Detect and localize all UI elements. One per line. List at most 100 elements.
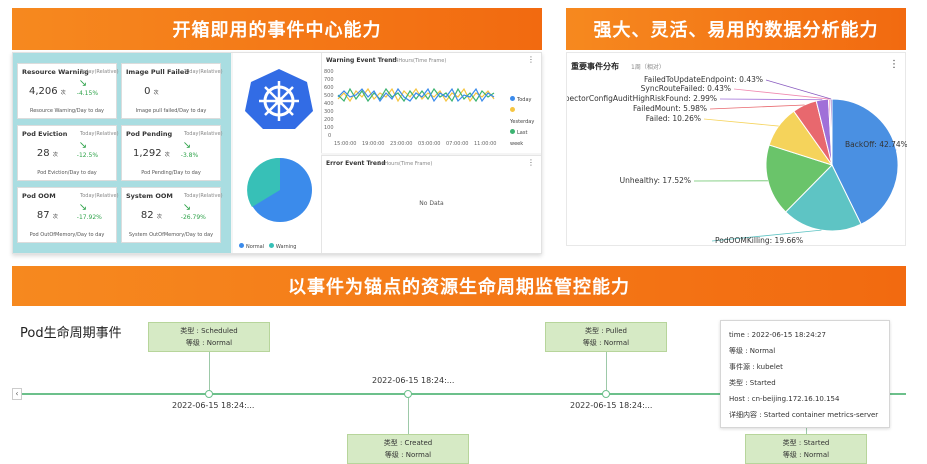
- kpi-value: 0 次: [144, 86, 159, 97]
- kpi-title: Pod Pending: [126, 130, 173, 138]
- y-tick: 500: [324, 93, 334, 99]
- event-card-started[interactable]: 类型 : Started 等级 : Normal: [745, 434, 867, 464]
- kpi-card-pod-pending[interactable]: Pod Pending Today(Relative) 1,292 次 ↘ -3…: [121, 125, 223, 181]
- pie-label: FailedToUpdateEndpoint: 0.43%: [644, 75, 763, 84]
- donut-legend: Normal Warning: [239, 243, 296, 250]
- banner-event-center: 开箱即用的事件中心能力: [12, 8, 542, 50]
- pie-label-line: [709, 104, 805, 110]
- kpi-value: 87 次: [36, 210, 58, 221]
- lifecycle-title: Pod生命周期事件: [20, 326, 122, 341]
- kpi-value: 82 次: [140, 210, 162, 221]
- timeline-scroll-left-button[interactable]: ‹: [12, 388, 22, 400]
- error-trend-sub: 24Hours(Time Frame): [378, 161, 433, 167]
- arrow-down-icon: ↘: [78, 78, 88, 89]
- kpi-title: Pod OOM: [22, 192, 56, 200]
- pie-label: Failed: 10.26%: [646, 114, 701, 123]
- y-tick: 0: [328, 133, 331, 139]
- connector: [408, 398, 409, 436]
- tooltip-source: 事件源 : kubelet: [729, 363, 783, 371]
- y-tick: 100: [324, 125, 334, 131]
- connector: [606, 346, 607, 390]
- arrow-down-icon: ↘: [182, 202, 192, 213]
- kpi-card-system-oom[interactable]: System OOM Today(Relative) 82 次 ↘ -26.79…: [121, 187, 223, 243]
- kpi-value: 28 次: [36, 148, 58, 159]
- banner-analytics: 强大、灵活、易用的数据分析能力: [566, 8, 906, 50]
- event-type: 类型 : Scheduled: [180, 327, 238, 335]
- kpi-sub: Today(Relative): [80, 193, 119, 199]
- warning-trend-legend: Today Yesterday Last week: [510, 95, 541, 150]
- y-tick: 600: [324, 85, 334, 91]
- important-events-pie-chart: BackOff: 42.74% PodOOMKilling: 19.66% Unhe…: [567, 75, 907, 245]
- arrow-down-icon: ↘: [182, 140, 192, 151]
- kpi-pct: -3.8%: [180, 152, 199, 159]
- x-tick: 07:00:00: [446, 141, 468, 147]
- kpi-foot: Pod Eviction/Day to day: [37, 170, 97, 176]
- timeline-node[interactable]: [205, 390, 213, 398]
- normal-warning-donut: [247, 157, 312, 222]
- kpi-title: System OOM: [126, 192, 173, 200]
- timeline-node[interactable]: [602, 390, 610, 398]
- legend-normal-label: Normal: [246, 244, 265, 250]
- kpi-pct: -26.79%: [180, 214, 206, 221]
- event-card-pulled[interactable]: 类型 : Pulled 等级 : Normal: [545, 322, 667, 352]
- warning-trend-sub: 24Hours(Time Frame): [392, 58, 447, 64]
- pie-label: SyncRouteFailed: 0.43%: [641, 84, 731, 93]
- kpi-card-pod-oom[interactable]: Pod OOM Today(Relative) 87 次 ↘ -17.92% P…: [17, 187, 119, 243]
- pie-label-line: [719, 98, 823, 101]
- kpi-title: Resource Warning: [22, 68, 89, 76]
- kpi-sub: Today(Relative): [184, 69, 223, 75]
- pie-label: Unhealthy: 17.52%: [620, 176, 691, 185]
- kpi-title: Pod Eviction: [22, 130, 68, 138]
- tooltip-detail: 详细内容 : Started container metrics-server: [729, 411, 879, 419]
- kpi-foot: Resource Warning/Day to day: [29, 108, 105, 114]
- event-card-created[interactable]: 类型 : Created 等级 : Normal: [347, 434, 469, 464]
- kpi-sub: Today(Relative): [184, 193, 223, 199]
- kpi-foot: Image pull failed/Day to day: [135, 108, 207, 114]
- error-trend-panel: Error Event Trend 24Hours(Time Frame) ⋮ …: [321, 155, 541, 253]
- event-type: 类型 : Started: [782, 439, 830, 447]
- y-tick: 700: [324, 77, 334, 83]
- analytics-panel: 重要事件分布 1周（相对） ⋮ BackOff: 42.74% PodOOMKil…: [566, 52, 907, 246]
- event-type: 类型 : Pulled: [585, 327, 627, 335]
- kpi-card-image-pull-failed[interactable]: Image Pull Failed Today(Relative) 0 次 Im…: [121, 63, 223, 119]
- x-tick: 15:00:00: [334, 141, 356, 147]
- x-tick: 11:00:00: [474, 141, 496, 147]
- connector: [209, 346, 210, 390]
- tooltip-level: 等级 : Normal: [729, 347, 776, 355]
- y-tick: 400: [324, 101, 334, 107]
- tooltip-type: 类型 : Started: [729, 379, 776, 387]
- kpi-value: 4,206 次: [28, 86, 66, 97]
- kpi-title: Image Pull Failed: [126, 68, 189, 76]
- kpi-pct: -4.15%: [76, 90, 99, 97]
- legend-warning-icon: [268, 243, 274, 248]
- y-tick: 800: [324, 69, 334, 75]
- arrow-down-icon: ↘: [78, 202, 88, 213]
- kpi-card-pod-eviction[interactable]: Pod Eviction Today(Relative) 28 次 ↘ -12.…: [17, 125, 119, 181]
- x-tick: 23:00:00: [390, 141, 412, 147]
- event-level: 等级 : Normal: [582, 339, 630, 347]
- kpi-sub: Today(Relative): [184, 131, 223, 137]
- event-card-scheduled[interactable]: 类型 : Scheduled 等级 : Normal: [148, 322, 270, 352]
- tooltip-host: Host : cn-beijing.172.16.10.154: [729, 395, 840, 403]
- kpi-card-resource-warning[interactable]: Resource Warning Today(Relative) 4,206 次…: [17, 63, 119, 119]
- more-menu-icon[interactable]: ⋮: [527, 158, 535, 167]
- event-center-dashboard: Resource Warning Today(Relative) 4,206 次…: [12, 52, 542, 254]
- pie-label: BackOff: 42.74%: [845, 140, 907, 149]
- event-level: 等级 : Normal: [782, 451, 830, 459]
- timeline-node[interactable]: [404, 390, 412, 398]
- more-menu-icon[interactable]: ⋮: [527, 55, 535, 64]
- kpi-sub: Today(Relative): [80, 69, 119, 75]
- pie-label: PodOOMKilling: 19.66%: [715, 236, 803, 245]
- event-level: 等级 : Normal: [185, 339, 233, 347]
- warning-trend-panel: Warning Event Trend 24Hours(Time Frame) …: [321, 53, 541, 153]
- banner-lifecycle: 以事件为锚点的资源生命周期监管控能力: [12, 266, 906, 306]
- y-tick: 200: [324, 117, 334, 123]
- legend-warning-label: Warning: [275, 244, 297, 250]
- kpi-foot: System OutOfMemory/Day to day: [128, 232, 214, 238]
- arrow-down-icon: ↘: [78, 140, 88, 151]
- tooltip-time: time : 2022-06-15 18:24:27: [729, 331, 826, 339]
- kpi-pct: -12.5%: [76, 152, 99, 159]
- legend-normal-icon: [239, 243, 244, 248]
- event-detail-tooltip: time : 2022-06-15 18:24:27 等级 : Normal 事…: [720, 320, 890, 428]
- legend-yesterday-icon: [510, 107, 515, 112]
